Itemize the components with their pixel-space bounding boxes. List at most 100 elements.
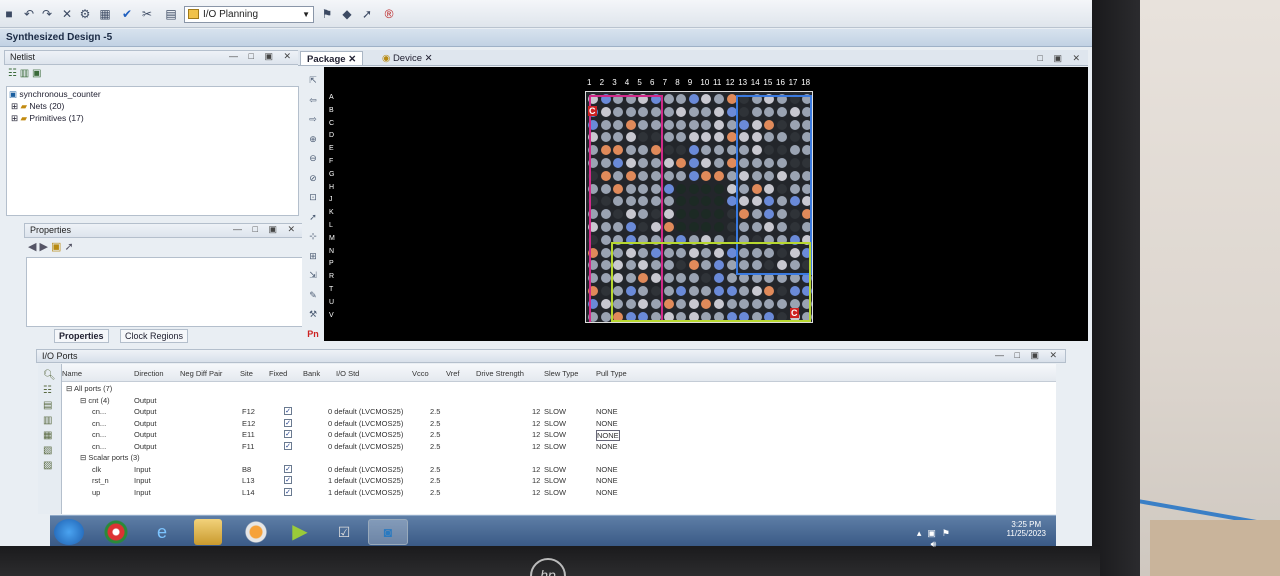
netlist-primitives[interactable]: ⊞ ▰ Primitives (17) [11,113,84,124]
package-pin[interactable] [714,94,724,104]
table-row[interactable]: ⊟ cnt (4) Output [62,396,1056,408]
io-tools[interactable]: 🔍︎ ☷ ▤ ▥ ▦ ▧ ▨ [43,368,56,473]
package-pin[interactable] [676,222,687,232]
package-pin[interactable] [663,196,674,207]
layout-dropdown[interactable]: I/O Planning ▼ [184,6,314,23]
package-pin[interactable] [676,183,687,194]
package-pin[interactable] [701,158,712,168]
package-pin[interactable] [688,222,699,232]
vivado-icon[interactable]: ▶ [280,519,320,545]
undo-icon[interactable]: ↶ [22,7,36,21]
layout-list-icon[interactable]: ▤ [164,7,178,21]
package-pin[interactable] [714,222,724,232]
table-row[interactable]: cn... Output E11 ✓ 0 default (LVCMOS25) 2.5 12… [62,430,1056,442]
column-header[interactable]: Name [62,369,82,378]
package-pin[interactable] [688,132,699,143]
column-header[interactable]: Bank [303,369,320,378]
package-pin[interactable] [676,145,687,156]
package-pin[interactable] [688,106,699,117]
package-pin[interactable] [676,132,687,143]
package-pin[interactable] [701,170,712,181]
package-pin[interactable] [701,106,712,117]
redo-icon[interactable]: ↷ [40,7,54,21]
package-pin[interactable] [714,106,724,117]
package-pin[interactable] [714,158,724,168]
panel-window-buttons[interactable]: — □ ▣ ✕ [229,51,295,62]
column-header[interactable]: Vcco [412,369,429,378]
tab-clock-regions[interactable]: Clock Regions [120,329,189,343]
package-pin-grid[interactable]: CC [585,91,813,323]
table-row[interactable]: cn... Output F11 ✓ 0 default (LVCMOS25) 2.5 12… [62,441,1056,454]
package-pin[interactable] [701,209,712,220]
package-pin[interactable] [688,94,699,104]
column-header[interactable]: Drive Strength [476,369,524,378]
package-pin[interactable] [663,170,674,181]
close-x-icon[interactable]: ✕ [60,7,74,21]
package-pin[interactable] [714,196,724,207]
package-pin[interactable] [688,196,699,207]
table-row[interactable]: ⊟ Scalar ports (3) [62,453,1056,465]
package-pin[interactable] [663,158,674,168]
package-pin[interactable] [676,158,687,168]
package-pin[interactable] [701,183,712,194]
package-pin[interactable] [676,209,687,220]
help-icon[interactable]: ® [382,7,396,21]
package-pin[interactable] [714,170,724,181]
package-tools[interactable]: ⇱ ⇦ ⇨ ⊕ ⊖ ⊘ ⊡ ➚ ⊹ ⊞ ⇲ ✎ ⚒ Pn [306,71,320,344]
package-pin[interactable] [701,119,712,130]
package-pin[interactable] [701,145,712,156]
package-pin[interactable] [714,132,724,143]
package-pin[interactable] [676,170,687,181]
netlist-root[interactable]: ▣ synchronous_counter [9,89,101,100]
settings-icon[interactable]: ⚙ [78,7,92,21]
chrome-icon[interactable] [96,519,136,545]
package-pin[interactable] [688,158,699,168]
package-pin[interactable] [688,183,699,194]
package-pin[interactable] [701,222,712,232]
column-header[interactable]: Direction [134,369,164,378]
table-row[interactable]: up Input L14 ✓ 1 default (LVCMOS25) 2.5 12 SLOW… [62,487,1056,500]
netlist-toolbar-icons[interactable]: ☷ ▥ ▣ [8,68,58,84]
panel-window-buttons[interactable]: — □ ▣ ✕ [233,224,299,235]
package-pin[interactable] [676,119,687,130]
package-pin[interactable] [663,106,674,117]
column-header[interactable]: I/O Std [336,369,359,378]
properties-nav-icons[interactable]: ◀ ▶ ▣ ➚ [28,240,74,253]
package-pin[interactable] [663,132,674,143]
package-pin[interactable] [688,119,699,130]
tray-icons[interactable]: ▴▣⚑🔊︎ [917,528,956,550]
column-header[interactable]: Pull Type [596,369,627,378]
package-pin[interactable] [688,209,699,220]
ie-icon[interactable]: e [142,519,182,545]
check-icon[interactable]: ✔ [120,7,134,21]
package-pin[interactable] [663,119,674,130]
explorer-icon[interactable] [194,519,222,545]
start-button[interactable] [54,519,84,545]
package-pin[interactable] [714,183,724,194]
column-header[interactable]: Neg Diff Pair [180,369,222,378]
package-pin[interactable] [701,196,712,207]
package-pin[interactable] [663,183,674,194]
diamond-icon[interactable]: ◆ [340,7,354,21]
clock-time[interactable]: 3:25 PM [1007,520,1046,529]
package-pin[interactable] [676,94,687,104]
save-icon[interactable]: ■ [2,7,16,21]
view-window-buttons[interactable]: □ ▣ ✕ [1038,53,1084,64]
column-header[interactable]: Vref [446,369,459,378]
pn-tool[interactable]: Pn [307,329,319,339]
package-pin[interactable] [688,145,699,156]
table-row[interactable]: ⊟ All ports (7) [62,384,1056,396]
media-player-icon[interactable] [236,519,276,545]
package-pin[interactable] [663,209,674,220]
package-pin[interactable] [701,132,712,143]
table-row[interactable]: clk Input B8 ✓ 0 default (LVCMOS25) 2.5 12 SLOW… [62,464,1056,477]
table-row[interactable]: cn... Output F12 ✓ 0 default (LVCMOS25) 2.5 12… [62,407,1056,419]
table-row[interactable]: cn... Output E12 ✓ 0 default (LVCMOS25) 2.5 12… [62,418,1056,431]
package-pin[interactable] [663,94,674,104]
active-app-icon[interactable]: ◙ [368,519,408,545]
table-row[interactable]: rst_n Input L13 ✓ 1 default (LVCMOS25) 2.5 12 S… [62,476,1056,488]
pointer-icon[interactable]: ➚ [360,7,374,21]
package-canvas[interactable]: 1 2 3 4 5 6 7 8 9 10 11 12 13 14 15 16 17 18 ABCDEFGHJKLM… [324,67,1088,341]
clock-date[interactable]: 11/25/2023 [1007,529,1046,538]
package-pin[interactable] [714,209,724,220]
